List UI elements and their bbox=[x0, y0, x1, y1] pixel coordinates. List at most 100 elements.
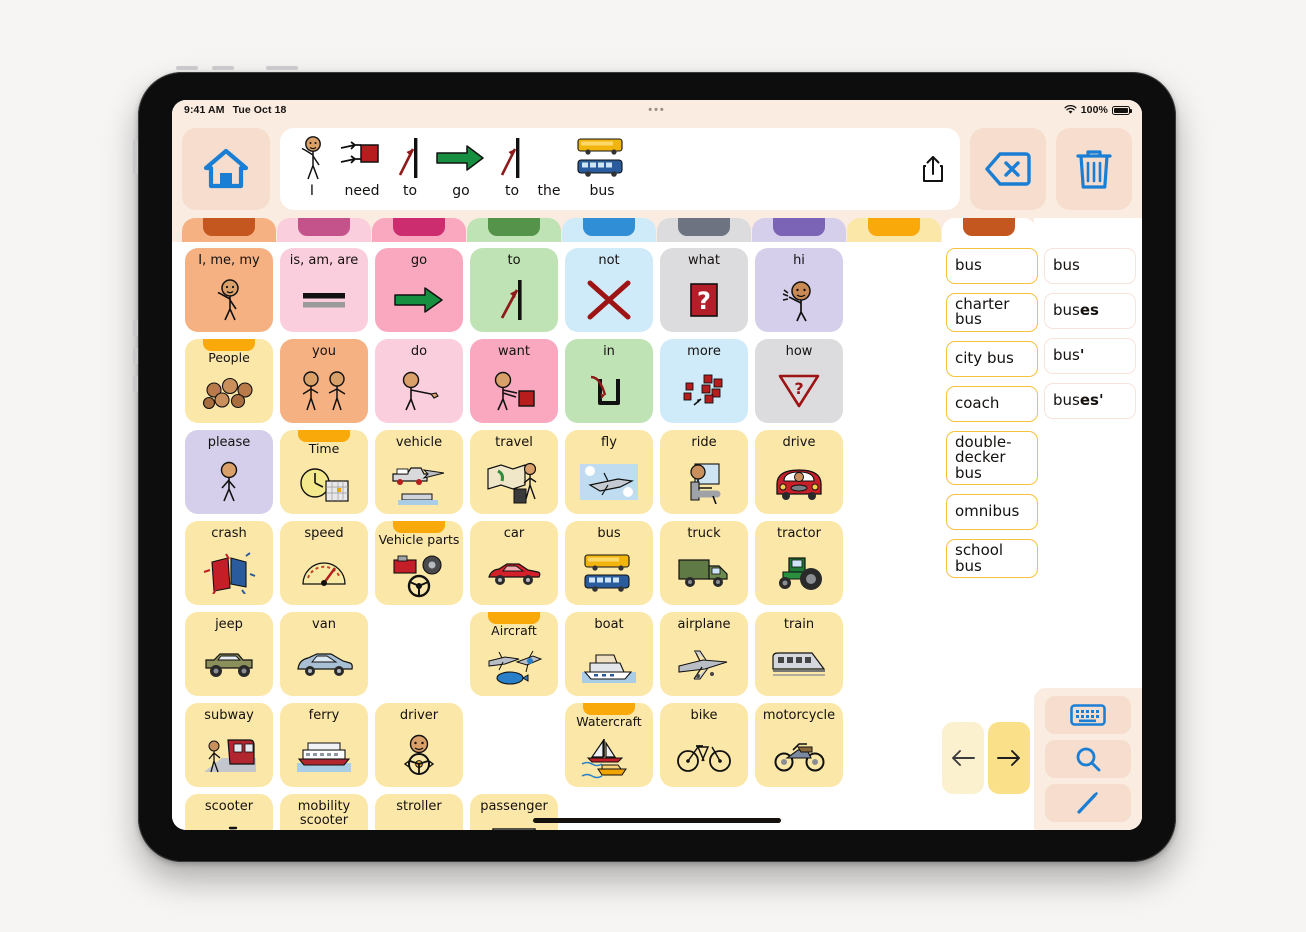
grid-cell: bike bbox=[657, 701, 751, 792]
vocab-button-to[interactable]: to bbox=[470, 248, 558, 332]
vocab-button-what[interactable]: what? bbox=[660, 248, 748, 332]
vocab-button-more[interactable]: more bbox=[660, 339, 748, 423]
grid-cell: what? bbox=[657, 246, 751, 337]
backspace-button[interactable] bbox=[970, 128, 1046, 210]
sentence-bar[interactable]: I need to go to the bus bbox=[280, 128, 960, 210]
pronouns-tab[interactable] bbox=[182, 218, 276, 242]
sentence-symbol[interactable]: to bbox=[392, 133, 428, 199]
next-page-button[interactable] bbox=[988, 722, 1030, 794]
sentence-symbol[interactable]: bus bbox=[568, 133, 636, 199]
category-button-vehicle-parts[interactable]: Vehicle parts bbox=[375, 521, 463, 605]
vocab-button-motorcycle[interactable]: motorcycle bbox=[755, 703, 843, 787]
sentence-symbol[interactable]: to bbox=[494, 133, 530, 199]
equals-bars-icon bbox=[280, 268, 368, 332]
morphology-chip[interactable]: bus ' bbox=[1044, 338, 1136, 374]
grid-and-panel: I, me, my is, am, are go to not what? hi People… bbox=[172, 242, 1142, 830]
vocab-button-boat[interactable]: boat bbox=[565, 612, 653, 696]
vocab-button-speed[interactable]: speed bbox=[280, 521, 368, 605]
negation-tab[interactable] bbox=[562, 218, 656, 242]
category-button-people[interactable]: People bbox=[185, 339, 273, 423]
share-button[interactable] bbox=[920, 154, 946, 184]
kick-scooter-icon bbox=[185, 814, 273, 830]
vocab-button-tractor[interactable]: tractor bbox=[755, 521, 843, 605]
morphology-chip[interactable]: bus bbox=[1044, 248, 1136, 284]
volume-down-button[interactable] bbox=[212, 66, 234, 70]
arrow-to-line-icon bbox=[470, 268, 558, 332]
sentence-symbol[interactable]: need bbox=[334, 133, 390, 199]
categories-tab[interactable] bbox=[847, 218, 941, 242]
airplane-sky-icon bbox=[565, 450, 653, 514]
previous-page-button[interactable] bbox=[942, 722, 984, 794]
synonym-chip[interactable]: city bus bbox=[946, 340, 1038, 377]
vocab-button-scooter[interactable]: scooter bbox=[185, 794, 273, 830]
verbs-tab[interactable] bbox=[372, 218, 466, 242]
synonym-chip[interactable]: school bus bbox=[946, 539, 1038, 579]
social-tab[interactable] bbox=[752, 218, 846, 242]
vocab-button-do[interactable]: do bbox=[375, 339, 463, 423]
vocab-button-drive[interactable]: drive bbox=[755, 430, 843, 514]
synonym-chip[interactable]: coach bbox=[946, 385, 1038, 422]
morphology-chip[interactable]: bus es bbox=[1044, 293, 1136, 329]
vocab-button-go[interactable]: go bbox=[375, 248, 463, 332]
vocab-button-crash[interactable]: crash bbox=[185, 521, 273, 605]
category-button-time[interactable]: Time bbox=[280, 430, 368, 514]
home-indicator[interactable] bbox=[533, 818, 781, 823]
questions-tab[interactable] bbox=[657, 218, 751, 242]
vocab-button-vehicle[interactable]: vehicle bbox=[375, 430, 463, 514]
grid-cell: more bbox=[657, 337, 751, 428]
vocab-button-jeep[interactable]: jeep bbox=[185, 612, 273, 696]
category-button-aircraft[interactable]: Aircraft bbox=[470, 612, 558, 696]
multitask-dots[interactable]: ••• bbox=[648, 104, 666, 116]
vocab-button-how[interactable]: how? bbox=[755, 339, 843, 423]
vocab-button-mobility-scooter[interactable]: mobility scooter bbox=[280, 794, 368, 830]
vocab-button-driver[interactable]: driver bbox=[375, 703, 463, 787]
blocks-pile-icon bbox=[660, 359, 748, 423]
grid-cell: Watercraft bbox=[562, 701, 656, 792]
vocab-tab[interactable] bbox=[942, 218, 1034, 242]
category-button-watercraft[interactable]: Watercraft bbox=[565, 703, 653, 787]
vocab-button-stroller[interactable]: stroller bbox=[375, 794, 463, 830]
vocab-button-fly[interactable]: fly bbox=[565, 430, 653, 514]
prepositions-tab[interactable] bbox=[467, 218, 561, 242]
synonym-chip[interactable]: double-decker bus bbox=[946, 430, 1038, 486]
vocab-button-ferry[interactable]: ferry bbox=[280, 703, 368, 787]
synonym-chip[interactable]: bus bbox=[946, 248, 1038, 284]
synonym-chip[interactable]: charter bus bbox=[946, 293, 1038, 332]
vocab-button-car[interactable]: car bbox=[470, 521, 558, 605]
volume-up-button[interactable] bbox=[176, 66, 198, 70]
sentence-symbol[interactable]: the bbox=[532, 133, 566, 199]
vocab-button-train[interactable]: train bbox=[755, 612, 843, 696]
home-button[interactable] bbox=[182, 128, 270, 210]
power-button[interactable] bbox=[266, 66, 298, 70]
verbs-be-tab[interactable] bbox=[277, 218, 371, 242]
vocab-button-please[interactable]: please bbox=[185, 430, 273, 514]
draw-button[interactable] bbox=[1045, 784, 1131, 822]
grid-cell: subway bbox=[182, 701, 276, 792]
trash-icon bbox=[1074, 147, 1114, 191]
vocab-button-i-me-my[interactable]: I, me, my bbox=[185, 248, 273, 332]
vocab-button-subway[interactable]: subway bbox=[185, 703, 273, 787]
vocab-button-bike[interactable]: bike bbox=[660, 703, 748, 787]
vocab-button-not[interactable]: not bbox=[565, 248, 653, 332]
vocab-button-bus[interactable]: bus bbox=[565, 521, 653, 605]
synonym-chip[interactable]: omnibus bbox=[946, 494, 1038, 531]
vocab-button-is-am-are[interactable]: is, am, are bbox=[280, 248, 368, 332]
vocab-button-in[interactable]: in bbox=[565, 339, 653, 423]
sentence-symbol[interactable]: I bbox=[292, 133, 332, 199]
morphology-chip[interactable]: bus es' bbox=[1044, 383, 1136, 419]
cell-label: mobility scooter bbox=[297, 799, 351, 828]
clear-all-button[interactable] bbox=[1056, 128, 1132, 210]
vocab-button-you[interactable]: you bbox=[280, 339, 368, 423]
vocab-button-truck[interactable]: truck bbox=[660, 521, 748, 605]
vocab-button-travel[interactable]: travel bbox=[470, 430, 558, 514]
keyboard-button[interactable] bbox=[1045, 696, 1131, 734]
vocab-button-airplane[interactable]: airplane bbox=[660, 612, 748, 696]
grid-cell: drive bbox=[752, 428, 846, 519]
vocab-button-ride[interactable]: ride bbox=[660, 430, 748, 514]
vocab-button-van[interactable]: van bbox=[280, 612, 368, 696]
vocab-button-hi[interactable]: hi bbox=[755, 248, 843, 332]
search-button[interactable] bbox=[1045, 740, 1131, 778]
vocab-button-passenger[interactable]: passenger bbox=[470, 794, 558, 830]
vocab-button-want[interactable]: want bbox=[470, 339, 558, 423]
sentence-symbol[interactable]: go bbox=[430, 133, 492, 199]
